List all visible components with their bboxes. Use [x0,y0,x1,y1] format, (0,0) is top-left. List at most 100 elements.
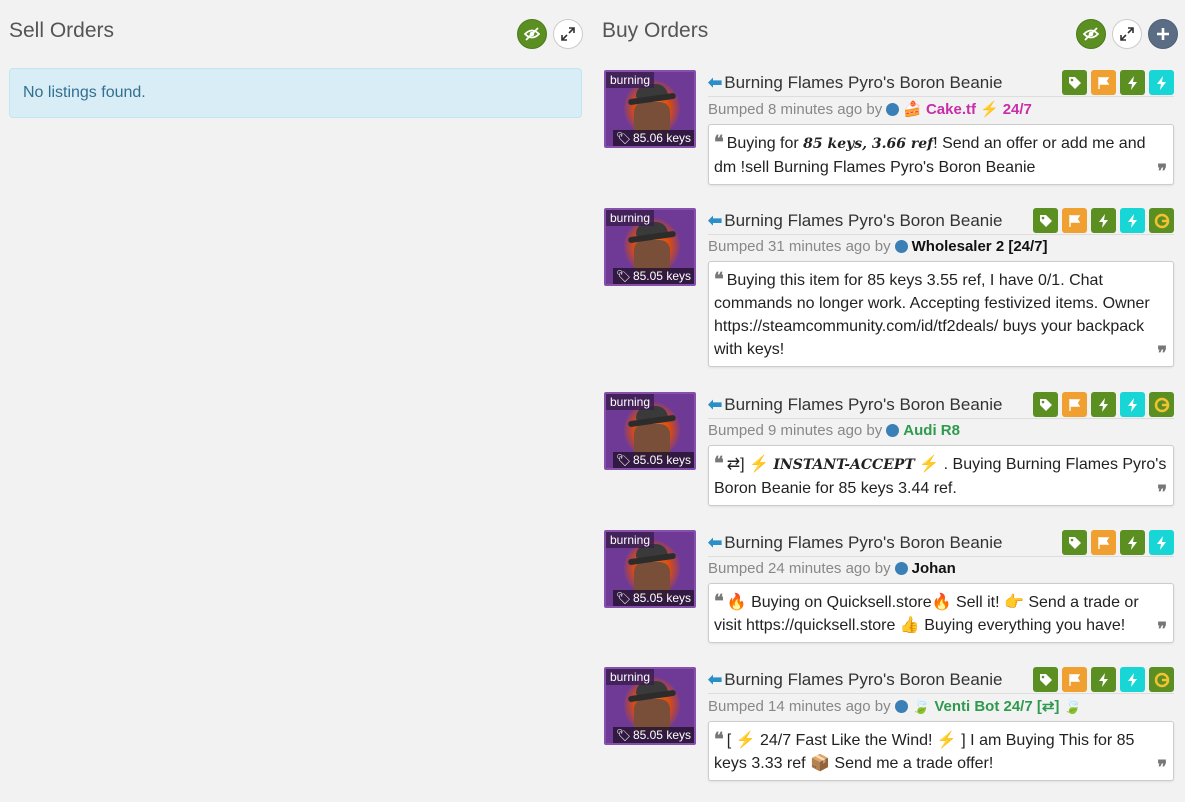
quality-label: burning [606,72,655,88]
quote-left-icon: ❝ [714,729,724,750]
quote-right-icon: ❞ [1157,343,1167,364]
item-price: 🏷 85.05 keys [612,590,694,606]
arrow-left-icon: ⬅ [708,395,723,414]
add-listing-button[interactable] [1148,19,1178,49]
trade-offer-button[interactable] [1120,70,1145,95]
quote-left-icon: ❝ [714,591,724,612]
quality-label: burning [606,394,655,410]
thumbs-up-icon: 👍 [899,617,920,634]
toggle-visibility-button[interactable] [1076,19,1106,49]
user-link[interactable]: Cake.tf [926,101,976,118]
buy-orders-title: Buy Orders [602,19,709,42]
quote-right-icon: ❞ [1157,161,1167,182]
bump-info: Bumped 8 minutes ago by 🍰 Cake.tf ⚡ 24/7 [708,100,1032,119]
quote-right-icon: ❞ [1157,482,1167,503]
instant-trade-button[interactable] [1149,70,1174,95]
tag-icon: 🏷 [615,453,631,467]
g-logo-icon [1154,397,1169,412]
tag-icon: 🏷 [615,131,631,145]
bolt-icon [1127,672,1137,687]
trade-offer-button[interactable] [1091,667,1116,692]
report-flag-button[interactable] [1062,208,1087,233]
bolt-emoji-icon: ⚡ [936,732,957,749]
listing-comment: ❝ 🔥 Buying on Quicksell.store🔥 Sell it! 👉… [708,583,1174,643]
price-tag-button[interactable] [1033,208,1058,233]
expand-icon [1120,27,1134,41]
item-thumbnail[interactable]: burning 🏷 85.05 keys [604,208,696,286]
report-flag-button[interactable] [1091,70,1116,95]
tag-icon [1068,76,1081,89]
price-tag-button[interactable] [1062,530,1087,555]
price-tag-button[interactable] [1062,70,1087,95]
instant-trade-button[interactable] [1149,530,1174,555]
listing-actions [1062,70,1174,95]
status-dot-icon [894,562,908,575]
gladiator-button[interactable] [1149,392,1174,417]
item-name-link[interactable]: ⬅ Burning Flames Pyro's Boron Beanie [708,211,1002,231]
gladiator-button[interactable] [1149,667,1174,692]
user-link[interactable]: Audi R8 [903,422,960,439]
instant-trade-button[interactable] [1120,208,1145,233]
bolt-icon [1127,213,1137,228]
flag-icon [1068,398,1080,411]
g-logo-icon [1154,213,1169,228]
report-flag-button[interactable] [1062,667,1087,692]
instant-trade-button[interactable] [1120,392,1145,417]
leaf-icon: 🍃 [1063,698,1083,715]
instant-trade-button[interactable] [1120,667,1145,692]
item-name-link[interactable]: ⬅ Burning Flames Pyro's Boron Beanie [708,395,1002,415]
item-thumbnail[interactable]: burning 🏷 85.05 keys [604,667,696,745]
report-flag-button[interactable] [1091,530,1116,555]
item-name-link[interactable]: ⬅ Burning Flames Pyro's Boron Beanie [708,533,1002,553]
tag-icon [1039,398,1052,411]
gladiator-button[interactable] [1149,208,1174,233]
expand-button[interactable] [553,19,583,49]
toggle-visibility-button[interactable] [517,19,547,49]
item-thumbnail[interactable]: burning 🏷 85.06 keys [604,70,696,148]
bolt-emoji-icon: ⚡ [919,456,940,473]
bump-info: Bumped 9 minutes ago by Audi R8 [708,422,960,439]
report-flag-button[interactable] [1062,392,1087,417]
bolt-icon [1127,75,1137,90]
item-price: 🏷 85.05 keys [612,727,694,743]
eye-slash-icon [1083,27,1099,41]
tag-icon [1039,673,1052,686]
eye-slash-icon [524,27,540,41]
trade-offer-button[interactable] [1091,208,1116,233]
bolt-icon [1127,535,1137,550]
bolt-icon [1156,535,1166,550]
flag-icon [1097,76,1109,89]
quality-label: burning [606,532,655,548]
price-tag-button[interactable] [1033,667,1058,692]
trade-offer-button[interactable] [1091,392,1116,417]
trade-offer-button[interactable] [1120,530,1145,555]
arrow-left-icon: ⬅ [708,73,723,92]
tag-icon [1068,536,1081,549]
arrow-left-icon: ⬅ [708,211,723,230]
user-link[interactable]: Wholesaler 2 [24/7] [912,238,1048,255]
item-price: 🏷 85.05 keys [612,268,694,284]
bump-info: Bumped 14 minutes ago by 🍃 Venti Bot 24/… [708,697,1083,716]
user-link[interactable]: Johan [912,560,956,577]
item-thumbnail[interactable]: burning 🏷 85.05 keys [604,530,696,608]
pointing-hand-icon: 👉 [1003,594,1024,611]
user-link[interactable]: Venti Bot 24/7 [⇄] [934,697,1059,715]
bump-info: Bumped 31 minutes ago by Wholesaler 2 [2… [708,238,1048,255]
leaf-icon: 🍃 [911,698,931,715]
price-tag-button[interactable] [1033,392,1058,417]
quote-right-icon: ❞ [1157,619,1167,640]
listing-actions [1062,530,1174,555]
item-name-link[interactable]: ⬅ Burning Flames Pyro's Boron Beanie [708,73,1002,93]
arrow-left-icon: ⬅ [708,670,723,689]
bolt-icon [1098,213,1108,228]
status-dot-icon [886,424,900,437]
quote-right-icon: ❞ [1157,757,1167,778]
flag-icon [1068,214,1080,227]
item-name-link[interactable]: ⬅ Burning Flames Pyro's Boron Beanie [708,670,1002,690]
listing-comment: ❝ Buying this item for 85 keys 3.55 ref, … [708,261,1174,367]
tag-icon: 🏷 [615,591,631,605]
item-thumbnail[interactable]: burning 🏷 85.05 keys [604,392,696,470]
expand-button[interactable] [1112,19,1142,49]
listing-actions [1033,392,1174,417]
no-listings-alert: No listings found. [9,68,582,118]
